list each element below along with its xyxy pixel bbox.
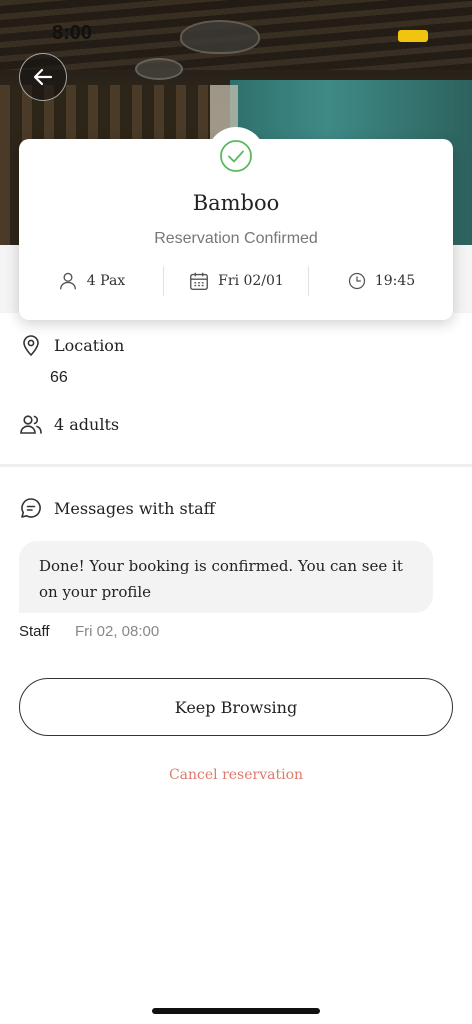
restaurant-name: Bamboo: [192, 191, 280, 215]
cancel-reservation-link[interactable]: Cancel reservation: [0, 767, 472, 783]
hero-lamp: [135, 58, 183, 80]
map-pin-icon: [23, 335, 39, 357]
chat-bubble-icon: [21, 498, 41, 518]
location-value: 66: [50, 369, 68, 386]
guests-row: 4 adults: [19, 412, 119, 436]
message-bubble: Done! Your booking is confirmed. You can…: [19, 541, 433, 613]
messages-heading: Messages with staff: [54, 498, 215, 518]
person-icon: [59, 272, 76, 290]
date-info: Fri 02/01: [163, 266, 308, 296]
confirmed-badge: [207, 127, 265, 185]
pax-info: 4 Pax: [19, 266, 163, 296]
battery-icon: [398, 30, 428, 42]
users-icon: [20, 415, 42, 434]
status-bar: 8:00: [0, 20, 472, 50]
keep-browsing-button[interactable]: Keep Browsing: [19, 678, 453, 736]
reservation-meta: 4 Pax Fri 02/01 19:45: [19, 266, 453, 296]
location-label: Location: [54, 335, 125, 355]
guests-count: 4 adults: [54, 414, 120, 434]
reservation-date: Fri 02/01: [218, 273, 284, 289]
location-row: Location: [19, 333, 124, 357]
message-sender: Staff: [19, 623, 50, 640]
pax-count: 4 Pax: [86, 273, 126, 289]
section-divider: [0, 464, 472, 467]
time-info: 19:45: [308, 266, 453, 296]
messages-heading-row: Messages with staff: [19, 496, 215, 520]
arrow-left-icon: [33, 68, 53, 86]
status-time: 8:00: [52, 22, 93, 44]
clock-icon: [348, 272, 365, 290]
reservation-status: Reservation Confirmed: [154, 230, 318, 247]
home-indicator[interactable]: [152, 1008, 320, 1014]
calendar-icon: [190, 272, 209, 290]
message-timestamp: Fri 02, 08:00: [75, 623, 160, 640]
reservation-time: 19:45: [374, 273, 416, 289]
check-circle-icon: [220, 140, 252, 172]
back-button[interactable]: [19, 53, 67, 101]
